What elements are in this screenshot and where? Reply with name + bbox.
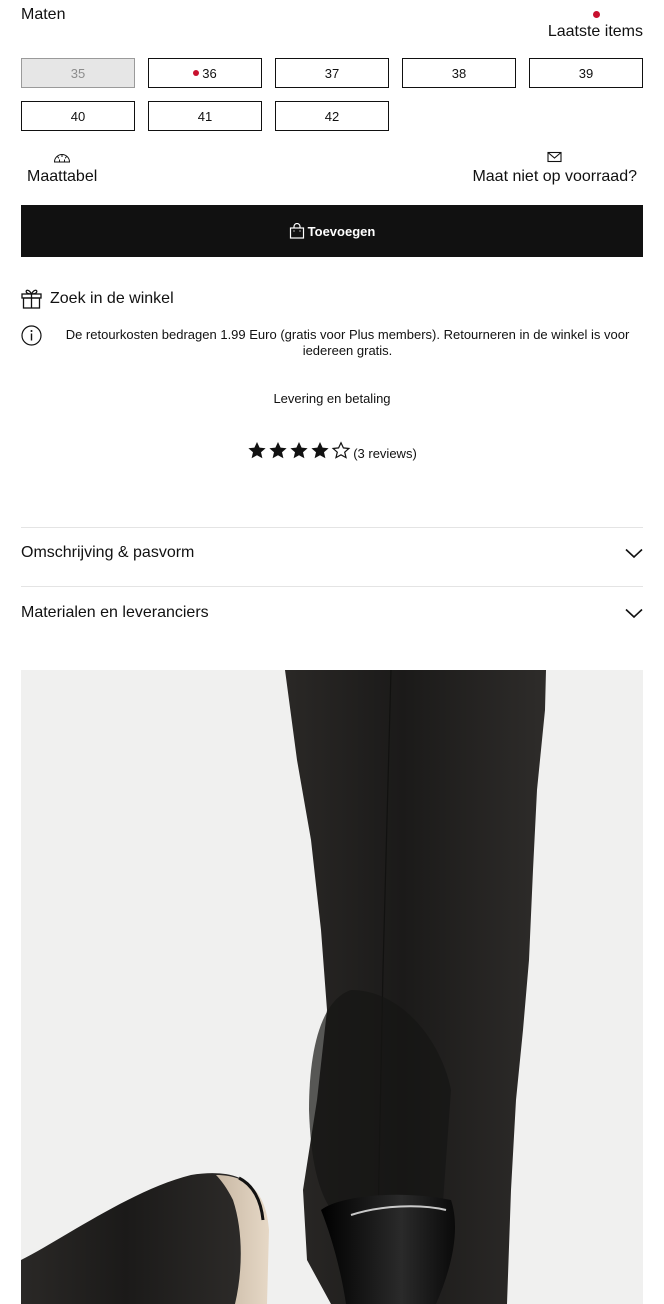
accordion-label: Materialen en leveranciers (21, 604, 209, 621)
out-of-stock-link[interactable]: Maat niet op voorraad? (472, 151, 637, 186)
ruler-icon (54, 154, 71, 163)
accordion-label: Omschrijving & pasvorm (21, 544, 195, 561)
star-empty-icon (331, 441, 351, 459)
boot-photo (21, 670, 643, 1304)
rating-summary[interactable]: (3 reviews) (0, 440, 664, 461)
size-option-35[interactable]: 35 (21, 58, 135, 88)
shopping-bag-icon (289, 223, 304, 239)
info-icon (21, 325, 42, 346)
last-items-dot (193, 70, 200, 76)
size-label: 36 (202, 65, 217, 81)
last-items-dot (593, 11, 600, 18)
add-to-bag-button[interactable]: Toevoegen (21, 205, 643, 257)
size-option-39[interactable]: 39 (529, 58, 643, 88)
last-items-label: Laatste items (547, 23, 643, 40)
size-label: 37 (324, 65, 340, 81)
add-to-bag-label: Toevoegen (307, 223, 376, 239)
star-filled-icon (248, 442, 266, 459)
size-label: 41 (197, 108, 213, 124)
star-filled-icon (269, 442, 287, 459)
size-option-38[interactable]: 38 (402, 58, 516, 88)
delivery-payment-link[interactable]: Levering en betaling (0, 391, 664, 406)
find-in-store-label: Zoek in de winkel (50, 289, 174, 307)
last-items-legend: Laatste items (523, 10, 643, 41)
accordion-description[interactable]: Omschrijving & pasvorm (21, 523, 643, 583)
size-option-40[interactable]: 40 (21, 101, 135, 131)
returns-info: De retourkosten bedragen 1.99 Euro (grat… (21, 325, 643, 359)
size-option-42[interactable]: 42 (275, 101, 389, 131)
size-label: 39 (578, 65, 594, 81)
size-option-37[interactable]: 37 (275, 58, 389, 88)
size-guide-link[interactable]: Maattabel (27, 151, 97, 186)
size-guide-label: Maattabel (27, 168, 98, 185)
product-image[interactable] (21, 670, 643, 1304)
envelope-icon (547, 151, 562, 163)
size-option-36[interactable]: 36 (148, 58, 262, 88)
chevron-down-icon (625, 548, 643, 558)
size-label: 40 (70, 108, 86, 124)
size-label: 35 (70, 65, 86, 81)
sizes-title: Maten (21, 6, 66, 23)
review-count: (3 reviews) (353, 446, 417, 461)
star-filled-icon (290, 442, 308, 459)
accordion-materials[interactable]: Materialen en leveranciers (21, 583, 643, 643)
returns-text: De retourkosten bedragen 1.99 Euro (grat… (65, 327, 630, 358)
chevron-down-icon (625, 608, 643, 618)
out-of-stock-label: Maat niet op voorraad? (472, 168, 637, 185)
find-in-store-link[interactable]: Zoek in de winkel (21, 288, 174, 309)
size-label: 42 (324, 108, 340, 124)
size-label: 38 (451, 65, 467, 81)
gift-icon (21, 289, 42, 309)
star-filled-icon (311, 442, 329, 459)
size-option-41[interactable]: 41 (148, 101, 262, 131)
